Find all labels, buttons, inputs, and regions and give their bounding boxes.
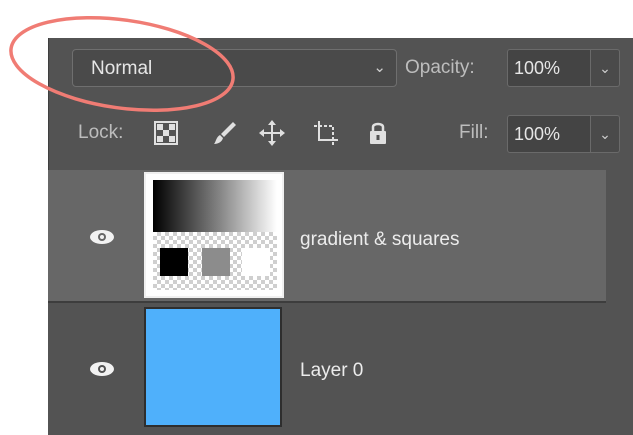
annotation-circle: [9, 15, 235, 113]
